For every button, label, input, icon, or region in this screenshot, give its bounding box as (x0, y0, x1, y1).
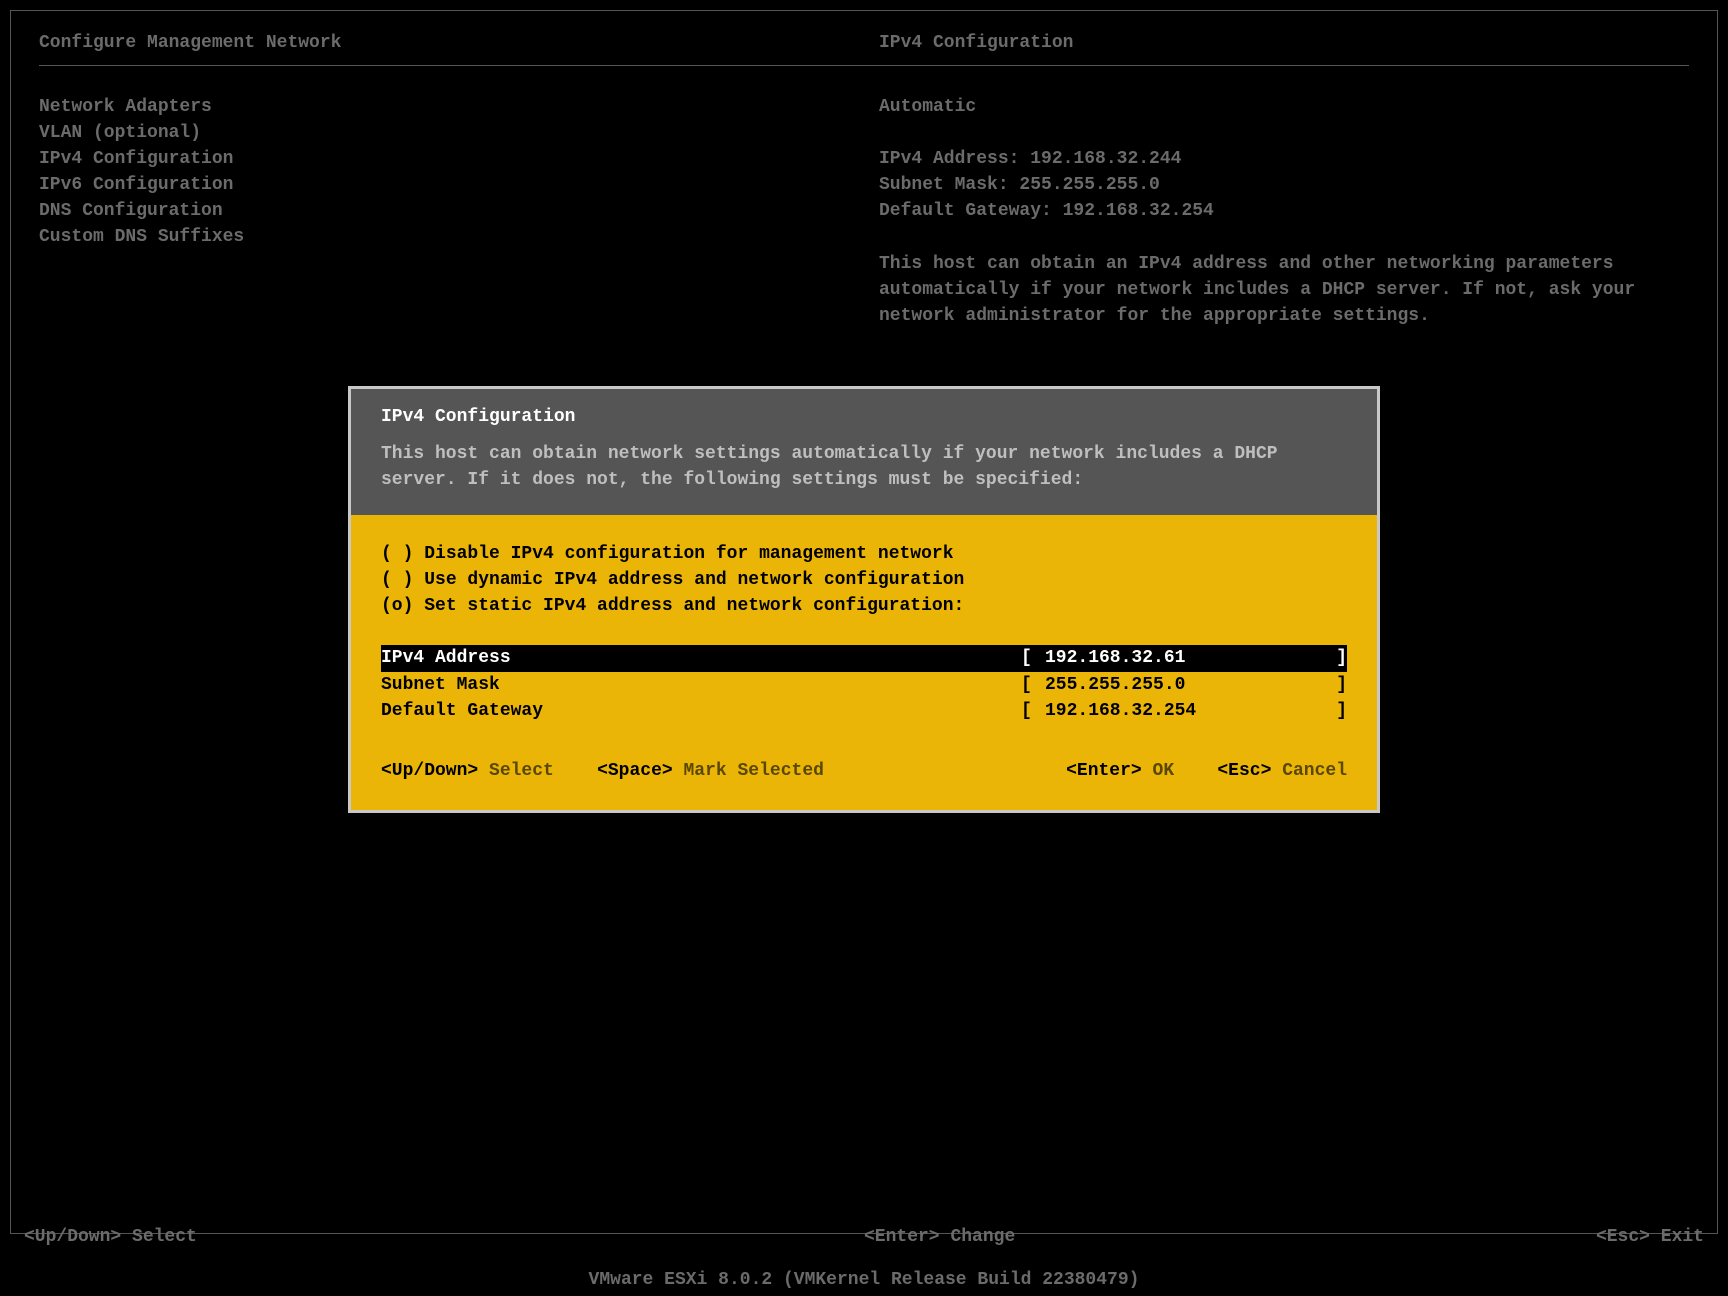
dialog-footer: <Up/Down> Select <Space> Mark Selected <… (381, 758, 1347, 784)
status-key-esc: <Esc> (1596, 1227, 1650, 1247)
footer-key-space: <Space> (597, 761, 673, 781)
info-default-gateway: Default Gateway: 192.168.32.254 (879, 198, 1689, 224)
nav-item-vlan[interactable]: VLAN (optional) (39, 120, 879, 146)
footer-action-mark: Mark Selected (684, 761, 824, 781)
radio-mark: ( ) (381, 544, 413, 564)
page-title-left: Configure Management Network (39, 33, 879, 53)
subnet-mask-input[interactable]: 255.255.255.0 (1041, 672, 1327, 698)
radio-static-ipv4[interactable]: (o) Set static IPv4 address and network … (381, 593, 1347, 619)
dialog-body: ( ) Disable IPv4 configuration for manag… (351, 515, 1377, 810)
info-subnet-mask: Subnet Mask: 255.255.255.0 (879, 172, 1689, 198)
field-table: IPv4 Address [ 192.168.32.61 ] Subnet Ma… (381, 645, 1347, 723)
header-row: Configure Management Network IPv4 Config… (39, 33, 1689, 53)
footer-action-ok[interactable]: OK (1153, 761, 1175, 781)
body-columns: Network Adapters VLAN (optional) IPv4 Co… (39, 94, 1689, 329)
bracket-left: [ (1021, 672, 1041, 698)
footer-key-esc: <Esc> (1217, 761, 1271, 781)
nav-item-ipv6-configuration[interactable]: IPv6 Configuration (39, 172, 879, 198)
dialog-header: IPv4 Configuration This host can obtain … (351, 389, 1377, 515)
nav-item-network-adapters[interactable]: Network Adapters (39, 94, 879, 120)
ipv4-config-dialog: IPv4 Configuration This host can obtain … (348, 386, 1380, 813)
field-label: Subnet Mask (381, 672, 1021, 698)
footer-action-cancel[interactable]: Cancel (1282, 761, 1347, 781)
main-frame: Configure Management Network IPv4 Config… (10, 10, 1718, 1234)
dialog-description: This host can obtain network settings au… (381, 441, 1347, 493)
radio-label: Set static IPv4 address and network conf… (424, 596, 964, 616)
version-bar: VMware ESXi 8.0.2 (VMKernel Release Buil… (0, 1270, 1728, 1290)
radio-label: Disable IPv4 configuration for managemen… (424, 544, 953, 564)
radio-mark: (o) (381, 596, 413, 616)
nav-item-dns-configuration[interactable]: DNS Configuration (39, 198, 879, 224)
field-subnet-mask[interactable]: Subnet Mask [ 255.255.255.0 ] (381, 672, 1347, 698)
info-help-text: This host can obtain an IPv4 address and… (879, 251, 1639, 329)
field-label: Default Gateway (381, 698, 1021, 724)
radio-disable-ipv4[interactable]: ( ) Disable IPv4 configuration for manag… (381, 541, 1347, 567)
info-spacer-2 (879, 224, 1689, 250)
radio-mark: ( ) (381, 570, 413, 590)
dcui-screen: Configure Management Network IPv4 Config… (0, 0, 1728, 1296)
radio-dynamic-ipv4[interactable]: ( ) Use dynamic IPv4 address and network… (381, 567, 1347, 593)
page-title-right: IPv4 Configuration (879, 33, 1073, 53)
footer-action-select: Select (489, 761, 554, 781)
status-key-enter: <Enter> (864, 1227, 940, 1247)
bracket-left: [ (1021, 645, 1041, 671)
bracket-right: ] (1327, 645, 1347, 671)
footer-key-updown: <Up/Down> (381, 761, 478, 781)
status-bar: <Up/Down> Select <Enter> Change <Esc> Ex… (10, 1214, 1718, 1260)
status-action-exit: Exit (1661, 1227, 1704, 1247)
field-label: IPv4 Address (381, 645, 1021, 671)
bracket-right: ] (1327, 698, 1347, 724)
field-default-gateway[interactable]: Default Gateway [ 192.168.32.254 ] (381, 698, 1347, 724)
radio-label: Use dynamic IPv4 address and network con… (424, 570, 964, 590)
footer-key-enter: <Enter> (1066, 761, 1142, 781)
info-ipv4-address: IPv4 Address: 192.168.32.244 (879, 146, 1689, 172)
nav-item-ipv4-configuration[interactable]: IPv4 Configuration (39, 146, 879, 172)
ipv4-address-input[interactable]: 192.168.32.61 (1041, 645, 1327, 671)
info-automatic: Automatic (879, 94, 1689, 120)
info-right: Automatic IPv4 Address: 192.168.32.244 S… (879, 94, 1689, 329)
bracket-left: [ (1021, 698, 1041, 724)
bracket-right: ] (1327, 672, 1347, 698)
nav-item-custom-dns-suffixes[interactable]: Custom DNS Suffixes (39, 224, 879, 250)
status-action-change: Change (950, 1227, 1015, 1247)
status-action-select: Select (132, 1227, 197, 1247)
field-ipv4-address[interactable]: IPv4 Address [ 192.168.32.61 ] (381, 645, 1347, 671)
nav-left: Network Adapters VLAN (optional) IPv4 Co… (39, 94, 879, 329)
info-spacer (879, 120, 1689, 146)
default-gateway-input[interactable]: 192.168.32.254 (1041, 698, 1327, 724)
status-key-updown: <Up/Down> (24, 1227, 121, 1247)
header-separator (39, 65, 1689, 66)
dialog-title: IPv4 Configuration (381, 407, 1347, 427)
